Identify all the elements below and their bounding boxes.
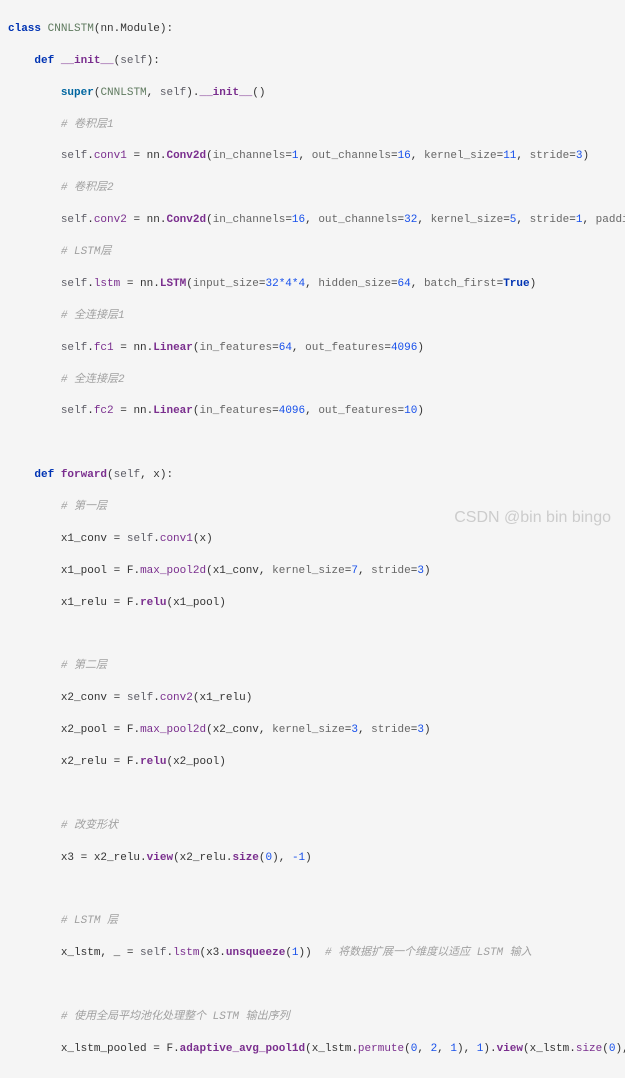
- fn-view: view: [147, 852, 173, 864]
- class-name: CNNLSTM: [48, 23, 94, 35]
- fn-lstm: LSTM: [160, 278, 186, 290]
- builtin-super: super: [61, 87, 94, 99]
- self-param: self: [120, 55, 146, 67]
- attr-fc2: fc2: [94, 405, 114, 417]
- comment-reshape: # 改变形状: [61, 820, 118, 832]
- attr-lstm: lstm: [94, 278, 120, 290]
- fn-init: __init__: [61, 55, 114, 67]
- comment-lstm-layer: # LSTM 层: [61, 915, 118, 927]
- fn-conv2d: Conv2d: [166, 150, 206, 162]
- code-block: class CNNLSTM(nn.Module): def __init__(s…: [0, 0, 625, 1078]
- super-cls: CNNLSTM: [100, 87, 146, 99]
- fn-size: size: [233, 852, 259, 864]
- kw-class: class: [8, 23, 41, 35]
- comment-layer1: # 第一层: [61, 501, 107, 513]
- mod-module: Module: [120, 23, 160, 35]
- fn-gap: adaptive_avg_pool1d: [180, 1043, 305, 1055]
- comment-fc2: # 全连接层2: [61, 374, 125, 386]
- comment-conv2: # 卷积层2: [61, 182, 114, 194]
- attr-conv1: conv1: [94, 150, 127, 162]
- attr-conv2: conv2: [94, 214, 127, 226]
- fn-unsqueeze: unsqueeze: [226, 947, 285, 959]
- fn-linear: Linear: [153, 342, 193, 354]
- comment-fc1: # 全连接层1: [61, 310, 125, 322]
- fn-forward: forward: [61, 469, 107, 481]
- attr-fc1: fc1: [94, 342, 114, 354]
- comment-conv1: # 卷积层1: [61, 119, 114, 131]
- comment-layer2: # 第二层: [61, 660, 107, 672]
- super-self: self: [160, 87, 186, 99]
- mod-nn: nn: [100, 23, 113, 35]
- comment-unsq: # 将数据扩展一个维度以适应 LSTM 输入: [325, 947, 532, 959]
- comment-lstm: # LSTM层: [61, 246, 112, 258]
- super-init: __init__: [199, 87, 252, 99]
- kw-def: def: [34, 55, 54, 67]
- fn-relu: relu: [140, 597, 166, 609]
- comment-gap: # 使用全局平均池化处理整个 LSTM 输出序列: [61, 1011, 290, 1023]
